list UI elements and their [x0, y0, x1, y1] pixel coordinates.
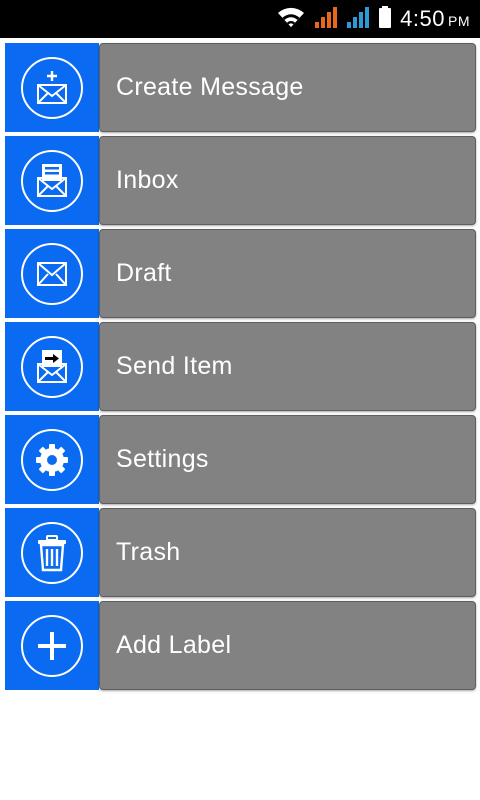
menu-item-label: Settings [116, 445, 209, 473]
menu-item-label-box[interactable]: Create Message [99, 43, 476, 132]
menu-item-label-box[interactable]: Draft [99, 229, 476, 318]
menu-item-icon-box [5, 136, 99, 225]
status-icons: 4:50 PM [276, 0, 470, 38]
menu-item-label-box[interactable]: Settings [99, 415, 476, 504]
status-time-value: 4:50 [400, 6, 445, 31]
menu-item-label: Create Message [116, 73, 304, 101]
menu-item-label: Add Label [116, 631, 232, 659]
menu-item-label-box[interactable]: Add Label [99, 601, 476, 690]
send-item-icon [21, 335, 83, 398]
battery-icon [378, 5, 392, 34]
menu-item-icon-box [5, 601, 99, 690]
menu-item-icon-box [5, 43, 99, 132]
menu-item-settings[interactable]: Settings [5, 415, 476, 504]
mail-menu: Create Message Inbox Draft Send Item Set… [5, 43, 476, 694]
menu-item-send-item[interactable]: Send Item [5, 322, 476, 411]
status-time-ampm: PM [448, 13, 470, 29]
menu-item-label: Inbox [116, 166, 179, 194]
menu-item-icon-box [5, 508, 99, 597]
wifi-icon [276, 5, 306, 34]
menu-item-label-box[interactable]: Inbox [99, 136, 476, 225]
settings-gear-icon [21, 428, 83, 491]
menu-item-icon-box [5, 229, 99, 318]
trash-icon [21, 521, 83, 584]
menu-item-inbox[interactable]: Inbox [5, 136, 476, 225]
create-message-icon [21, 56, 83, 119]
status-bar: 4:50 PM [0, 0, 480, 38]
menu-item-trash[interactable]: Trash [5, 508, 476, 597]
menu-item-label-box[interactable]: Send Item [99, 322, 476, 411]
menu-item-label-box[interactable]: Trash [99, 508, 476, 597]
signal-icon-sim1 [314, 5, 338, 34]
menu-item-add-label[interactable]: Add Label [5, 601, 476, 690]
menu-item-label: Send Item [116, 352, 233, 380]
add-label-icon [21, 614, 83, 677]
menu-item-icon-box [5, 322, 99, 411]
menu-item-label: Trash [116, 538, 181, 566]
inbox-icon [21, 149, 83, 212]
status-time: 4:50 PM [400, 6, 470, 32]
menu-item-icon-box [5, 415, 99, 504]
draft-icon [21, 242, 83, 305]
signal-icon-sim2 [346, 5, 370, 34]
menu-item-label: Draft [116, 259, 172, 287]
menu-item-create-message[interactable]: Create Message [5, 43, 476, 132]
menu-item-draft[interactable]: Draft [5, 229, 476, 318]
